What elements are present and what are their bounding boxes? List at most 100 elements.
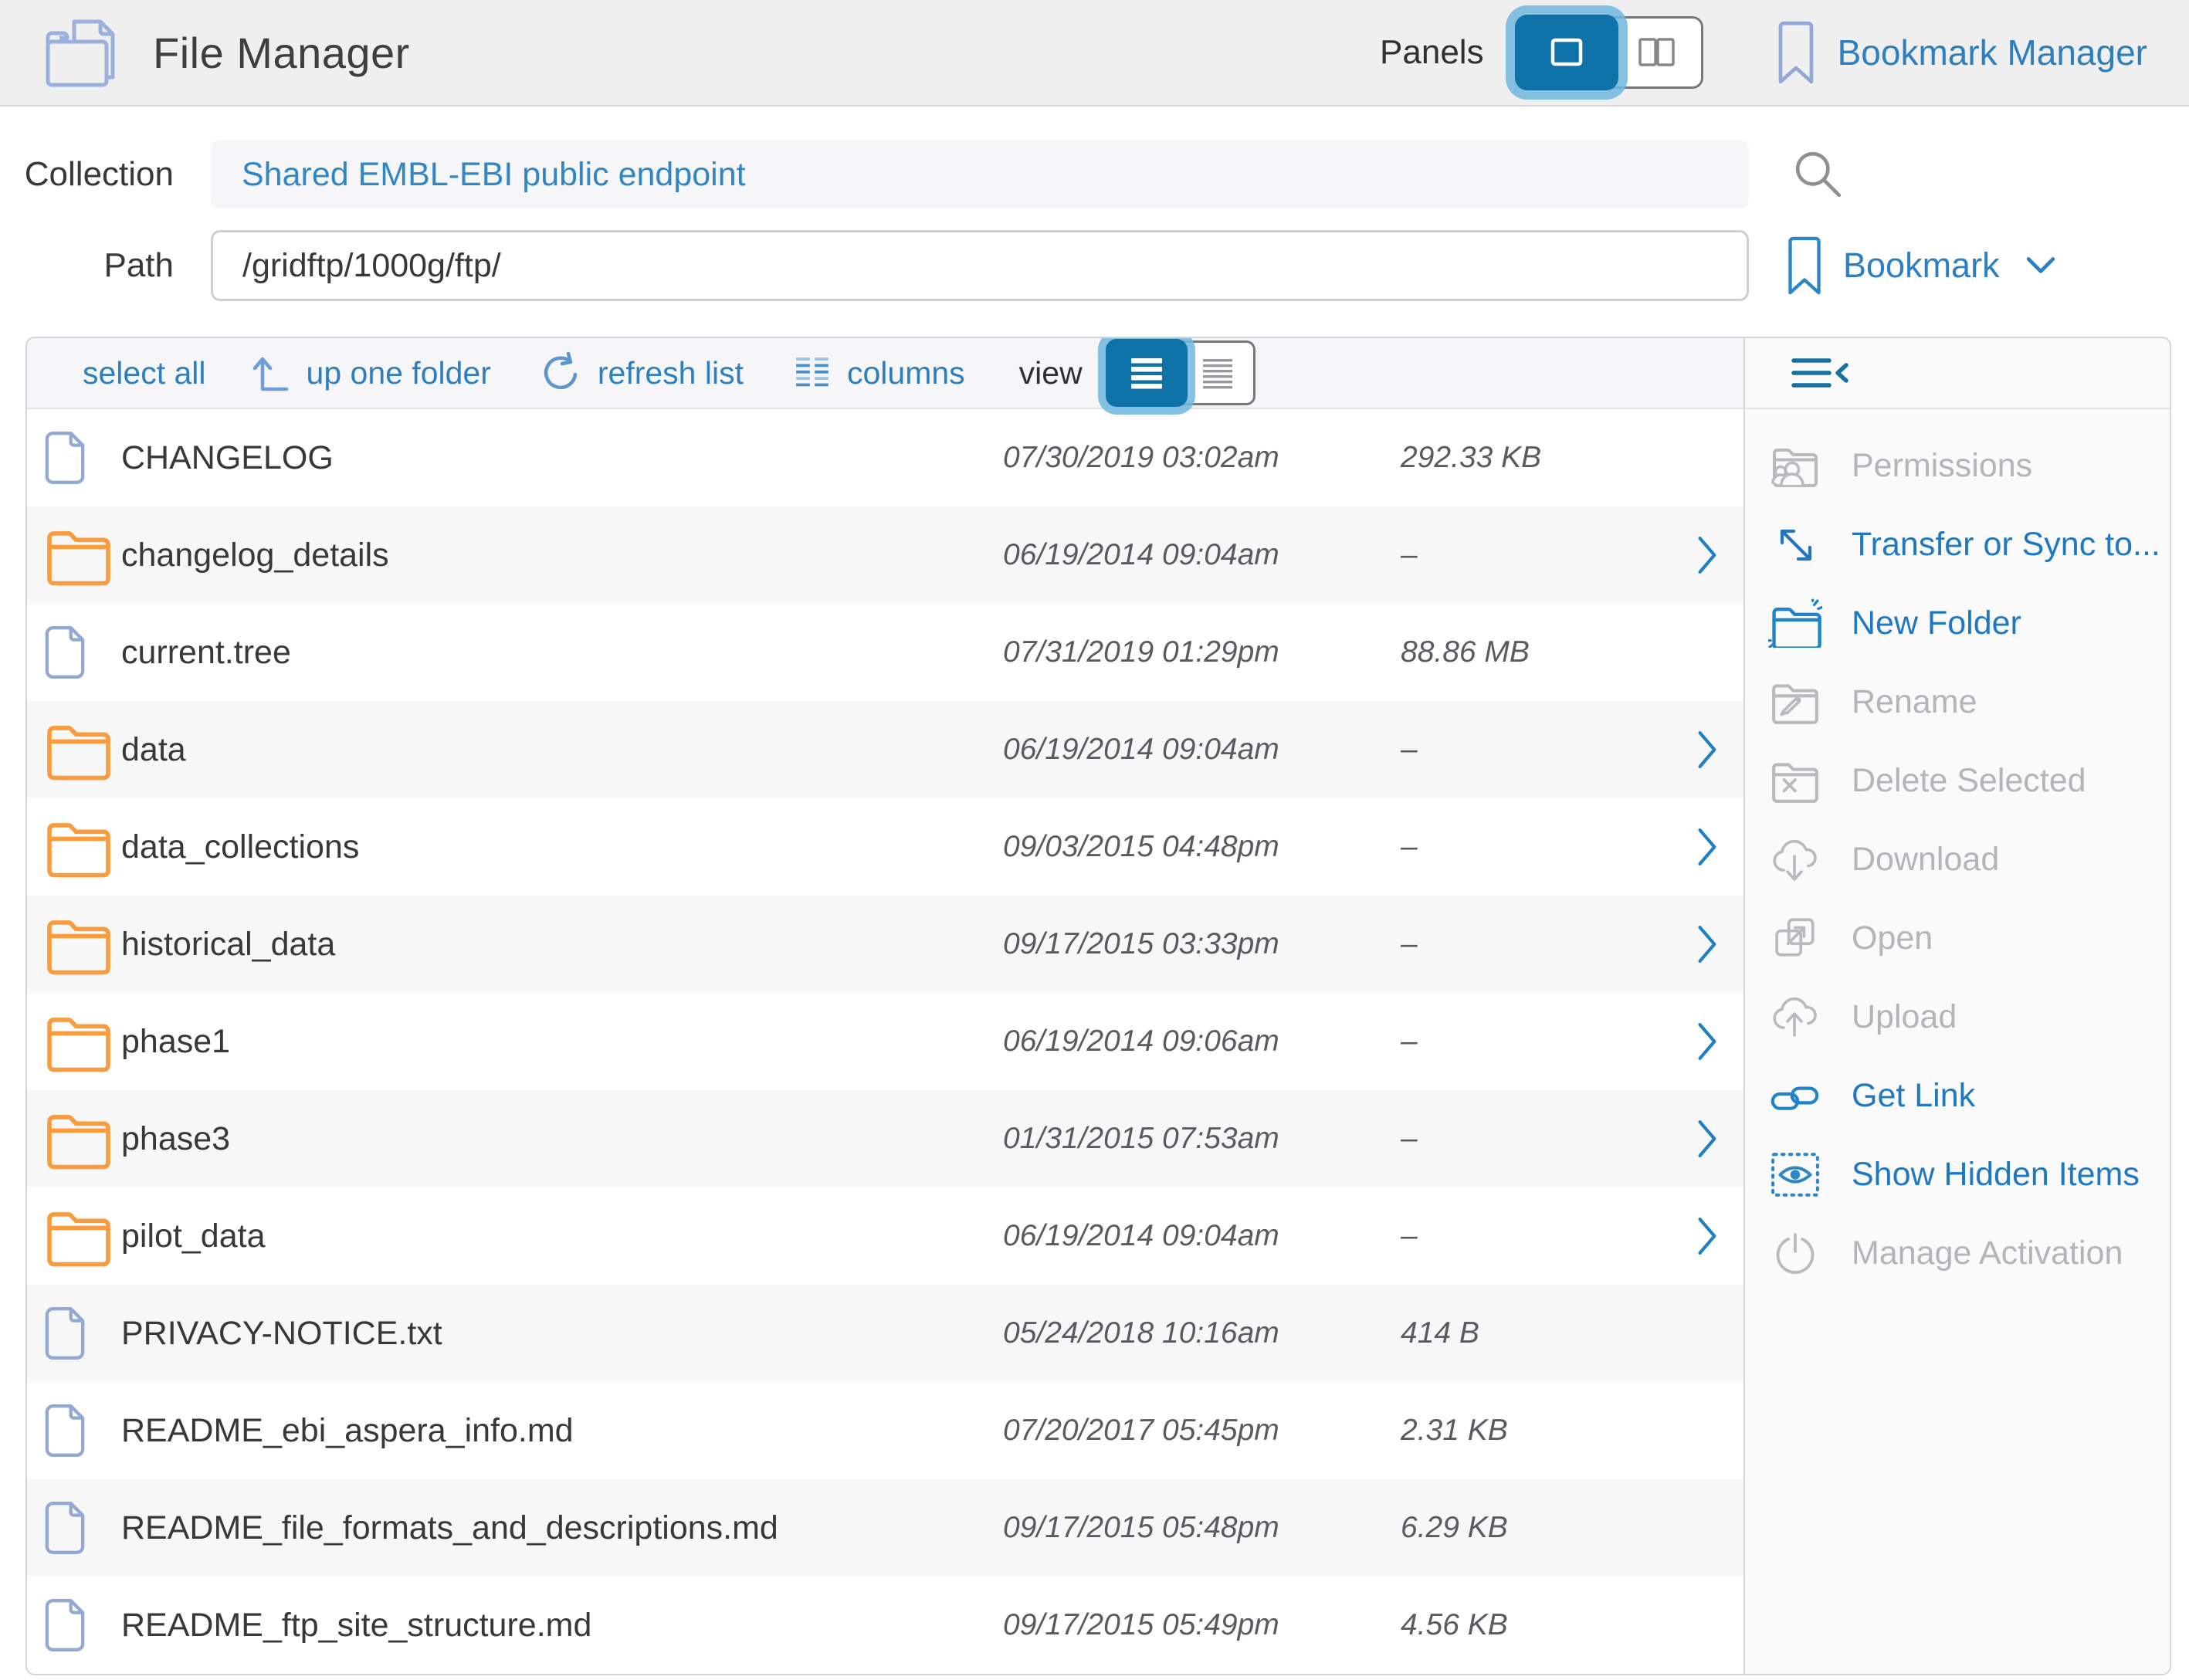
bookmark-dropdown[interactable]: Bookmark <box>1787 236 2055 295</box>
file-size: 4.56 KB <box>1401 1608 1672 1642</box>
open-folder-chevron[interactable] <box>1672 1217 1743 1255</box>
open-folder-chevron[interactable] <box>1672 1411 1743 1450</box>
refresh-icon <box>539 351 582 395</box>
search-icon <box>1794 150 1843 199</box>
up-one-folder-button[interactable]: up one folder <box>251 353 491 393</box>
menu-item-transfer-or-sync-to[interactable]: Transfer or Sync to... <box>1745 505 2170 584</box>
file-name: data_collections <box>121 828 1003 866</box>
table-row[interactable]: README_file_formats_and_descriptions.md … <box>27 1479 1743 1577</box>
file-browser-panel: select all up one folder refresh list <box>27 338 1743 1674</box>
chevron-down-icon <box>2026 256 2055 275</box>
file-modified-date: 07/20/2017 05:45pm <box>1003 1414 1401 1448</box>
menu-item-open[interactable]: Open <box>1745 899 2170 977</box>
menu-item-download[interactable]: Download <box>1745 820 2170 899</box>
chevron-right-icon <box>1697 536 1719 574</box>
show-hidden-icon <box>1771 1150 1820 1198</box>
table-row[interactable]: data_collections 09/03/2015 04:48pm – <box>27 798 1743 896</box>
file-modified-date: 07/31/2019 01:29pm <box>1003 635 1401 669</box>
open-folder-chevron[interactable] <box>1672 730 1743 769</box>
upload-icon <box>1769 994 1821 1040</box>
open-folder-chevron[interactable] <box>1672 536 1743 574</box>
file-icon <box>44 625 86 679</box>
file-icon <box>44 1501 86 1555</box>
file-name: historical_data <box>121 926 1003 964</box>
condensed-view-icon <box>1200 356 1235 390</box>
new-folder-icon <box>1768 598 1822 648</box>
menu-item-rename[interactable]: Rename <box>1745 662 2170 741</box>
file-size: – <box>1401 927 1672 961</box>
open-folder-chevron[interactable] <box>1672 1119 1743 1158</box>
open-folder-chevron[interactable] <box>1672 828 1743 866</box>
collapse-panel-button[interactable] <box>1790 354 1852 392</box>
chevron-right-icon <box>1697 828 1719 866</box>
folder-icon <box>44 1107 114 1170</box>
folder-icon <box>44 913 114 976</box>
table-row[interactable]: pilot_data 06/19/2014 09:04am – <box>27 1187 1743 1285</box>
table-row[interactable]: README_ftp_site_structure.md 09/17/2015 … <box>27 1577 1743 1674</box>
file-size: 2.31 KB <box>1401 1414 1672 1448</box>
menu-item-get-link[interactable]: Get Link <box>1745 1056 2170 1135</box>
file-name: data <box>121 731 1003 769</box>
list-view-icon <box>1129 356 1164 390</box>
open-folder-chevron[interactable] <box>1672 1022 1743 1061</box>
menu-item-upload[interactable]: Upload <box>1745 977 2170 1056</box>
table-row[interactable]: current.tree 07/31/2019 01:29pm 88.86 MB <box>27 604 1743 701</box>
open-folder-chevron[interactable] <box>1672 1509 1743 1547</box>
menu-item-delete-selected[interactable]: Delete Selected <box>1745 741 2170 820</box>
app-header: File Manager Panels Bookmark Manager <box>0 0 2189 107</box>
open-folder-chevron[interactable] <box>1672 1314 1743 1353</box>
open-folder-chevron[interactable] <box>1672 925 1743 964</box>
condensed-view-button[interactable] <box>1180 340 1255 405</box>
refresh-list-button[interactable]: refresh list <box>539 351 744 395</box>
delete-icon <box>1770 757 1821 804</box>
file-modified-date: 09/17/2015 05:49pm <box>1003 1608 1401 1642</box>
table-row[interactable]: README_ebi_aspera_info.md 07/20/2017 05:… <box>27 1382 1743 1479</box>
dual-panel-icon <box>1633 34 1679 71</box>
columns-button[interactable]: columns <box>795 354 965 391</box>
bookmark-ribbon-icon <box>1777 21 1815 84</box>
dual-panel-button[interactable] <box>1609 16 1703 89</box>
folder-icon <box>44 815 114 879</box>
permissions-icon <box>1770 442 1821 489</box>
menu-item-manage-activation[interactable]: Manage Activation <box>1745 1214 2170 1292</box>
collection-field[interactable]: Shared EMBL-EBI public endpoint <box>211 141 1749 208</box>
file-modified-date: 09/17/2015 05:48pm <box>1003 1511 1401 1545</box>
single-panel-button[interactable] <box>1515 15 1618 90</box>
bookmark-manager-link[interactable]: Bookmark Manager <box>1777 21 2147 84</box>
open-folder-chevron[interactable] <box>1672 1606 1743 1644</box>
table-row[interactable]: historical_data 09/17/2015 03:33pm – <box>27 896 1743 993</box>
open-folder-chevron[interactable] <box>1672 633 1743 672</box>
list-toolbar: select all up one folder refresh list <box>27 338 1743 409</box>
menu-item-new-folder[interactable]: New Folder <box>1745 584 2170 662</box>
menu-item-show-hidden-items[interactable]: Show Hidden Items <box>1745 1135 2170 1214</box>
table-row[interactable]: phase3 01/31/2015 07:53am – <box>27 1090 1743 1187</box>
file-name: phase3 <box>121 1120 1003 1158</box>
file-browser-card: select all up one folder refresh list <box>25 337 2171 1675</box>
file-size: – <box>1401 1219 1672 1253</box>
file-modified-date: 07/30/2019 03:02am <box>1003 441 1401 475</box>
table-row[interactable]: changelog_details 06/19/2014 09:04am – <box>27 506 1743 604</box>
panels-label: Panels <box>1380 33 1484 72</box>
open-folder-chevron[interactable] <box>1672 439 1743 477</box>
menu-item-permissions[interactable]: Permissions <box>1745 426 2170 505</box>
actions-panel: Permissions Transfer or Sync to... New F… <box>1743 338 2170 1674</box>
folder-icon <box>44 1010 114 1073</box>
actions-menu: Permissions Transfer or Sync to... New F… <box>1745 409 2170 1292</box>
folder-icon <box>44 523 114 587</box>
table-row[interactable]: CHANGELOG 07/30/2019 03:02am 292.33 KB <box>27 409 1743 506</box>
table-row[interactable]: PRIVACY-NOTICE.txt 05/24/2018 10:16am 41… <box>27 1285 1743 1382</box>
select-all-button[interactable]: select all <box>83 355 206 391</box>
table-row[interactable]: data 06/19/2014 09:04am – <box>27 701 1743 798</box>
list-view-button[interactable] <box>1106 339 1188 407</box>
file-name: README_ebi_aspera_info.md <box>121 1412 1003 1450</box>
file-modified-date: 01/31/2015 07:53am <box>1003 1122 1401 1156</box>
file-modified-date: 06/19/2014 09:04am <box>1003 1219 1401 1253</box>
collection-value: Shared EMBL-EBI public endpoint <box>242 156 746 194</box>
path-input[interactable]: /gridftp/1000g/ftp/ <box>211 230 1749 301</box>
search-button[interactable] <box>1794 150 1843 199</box>
path-label: Path <box>0 246 174 285</box>
file-name: changelog_details <box>121 537 1003 574</box>
file-size: 6.29 KB <box>1401 1511 1672 1545</box>
table-row[interactable]: phase1 06/19/2014 09:06am – <box>27 993 1743 1090</box>
path-value: /gridftp/1000g/ftp/ <box>242 247 501 285</box>
